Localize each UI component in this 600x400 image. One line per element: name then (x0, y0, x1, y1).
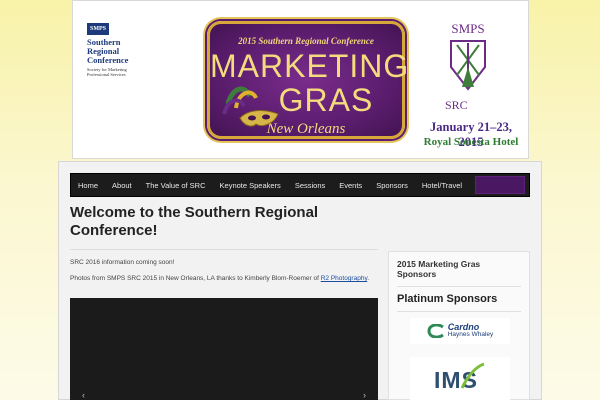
event-logo-bottom: SRC (445, 98, 468, 112)
nav-about[interactable]: About (105, 174, 139, 196)
sponsor-cardno-logo[interactable]: Cardno Haynes Whaley (410, 318, 510, 344)
photo-slideshow[interactable]: ‹ › (70, 298, 378, 400)
nav-home[interactable]: Home (71, 174, 105, 196)
sponsors-widget-title: 2015 Marketing Gras Sponsors (397, 259, 481, 279)
nav-keynote-speakers[interactable]: Keynote Speakers (213, 174, 288, 196)
event-logo-top: SMPS (451, 21, 485, 36)
platinum-sponsors-heading: Platinum Sponsors (397, 293, 498, 305)
photos-text: Photos from SMPS SRC 2015 in New Orleans… (70, 275, 321, 282)
sponsor-cardno-text: Cardno Haynes Whaley (448, 323, 494, 339)
smps-logo-tagline: Society for Marketing Professional Servi… (87, 67, 127, 77)
sidebar: 2015 Marketing Gras Sponsors Platinum Sp… (388, 251, 530, 400)
header-banner[interactable]: SMPS Southern Regional Conference Societ… (72, 0, 529, 159)
photos-paragraph: Photos from SMPS SRC 2015 in New Orleans… (70, 275, 378, 282)
smps-logo-name: Southern Regional Conference (87, 37, 129, 65)
smps-logo-box: SMPS (87, 23, 109, 35)
nav-events[interactable]: Events (332, 174, 369, 196)
title-line-1: MARKETING (210, 48, 410, 84)
page-title: Welcome to the Southern Regional Confere… (70, 204, 319, 239)
mardi-gras-mask-icon (222, 86, 279, 127)
nav-value-of-src[interactable]: The Value of SRC (139, 174, 213, 196)
conference-line: 2015 Southern Regional Conference (238, 36, 374, 46)
ims-swoosh-icon (460, 362, 485, 389)
main-nav: Home About The Value of SRC Keynote Spea… (70, 173, 530, 197)
marketing-gras-plaque: 2015 Southern Regional Conference MARKET… (207, 21, 410, 139)
intro-paragraph: SRC 2016 information coming soon! (70, 259, 175, 266)
sidebar-divider-2 (397, 311, 521, 312)
smps-logo[interactable]: SMPS Southern Regional Conference Societ… (87, 23, 167, 77)
nav-search-box[interactable] (475, 176, 525, 194)
r2-photography-link[interactable]: R2 Photography (321, 275, 368, 282)
sponsor-cardno-sub: Haynes Whaley (447, 331, 494, 338)
sidebar-divider (397, 286, 521, 287)
event-hotel: Royal Sonesta Hotel (423, 136, 519, 148)
smps-src-logo[interactable]: SMPS SRC (445, 21, 491, 113)
title-divider (70, 249, 378, 250)
main-content: Welcome to the Southern Regional Confere… (70, 204, 378, 282)
slideshow-prev-button[interactable]: ‹ (82, 390, 85, 400)
sponsor-cardno-name: Cardno (447, 322, 480, 332)
sponsor-ims-logo[interactable]: IMS (410, 357, 510, 400)
nav-sponsors[interactable]: Sponsors (369, 174, 415, 196)
fleur-de-lis-icon (450, 40, 486, 91)
nav-hotel-travel[interactable]: Hotel/Travel (415, 174, 469, 196)
slideshow-next-button[interactable]: › (363, 390, 366, 400)
photos-text-end: . (367, 275, 370, 282)
cardno-swoosh-icon (427, 324, 444, 338)
nav-sessions[interactable]: Sessions (288, 174, 332, 196)
